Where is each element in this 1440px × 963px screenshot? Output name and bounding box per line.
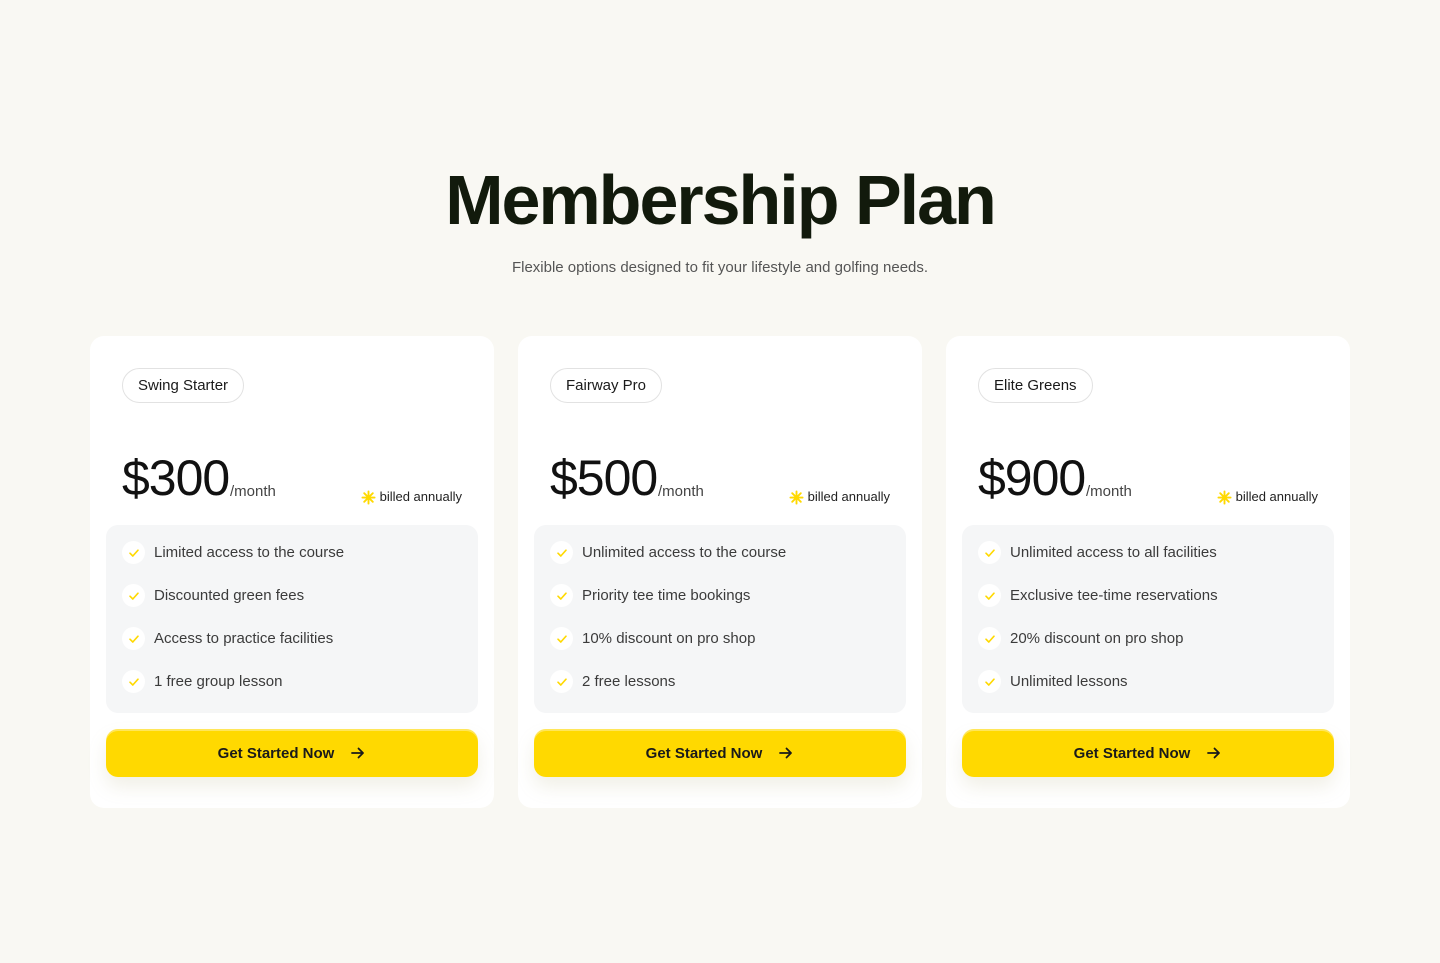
get-started-label: Get Started Now	[645, 744, 763, 762]
feature-label: Limited access to the course	[154, 544, 345, 561]
check-icon	[550, 670, 573, 693]
page-subtitle: Flexible options designed to fit your li…	[511, 259, 929, 276]
feature-item: 20% discount on pro shop	[962, 627, 1334, 670]
sparkle-icon	[361, 489, 376, 505]
check-icon	[122, 670, 145, 693]
price-row: $300 /month billed annually	[122, 448, 462, 508]
sparkle-icon	[1217, 489, 1232, 505]
pricing-cards: Swing Starter $300 /month billed annuall…	[90, 336, 1350, 808]
price-row: $500 /month billed annually	[550, 448, 890, 508]
feature-label: Unlimited access to all facilities	[1010, 544, 1217, 561]
feature-item: 2 free lessons	[534, 670, 906, 713]
check-icon	[122, 584, 145, 607]
feature-item: Discounted green fees	[106, 584, 478, 627]
plan-price: $900	[978, 450, 1086, 506]
feature-item: Exclusive tee-time reservations	[962, 584, 1334, 627]
plan-name-badge: Swing Starter	[122, 368, 245, 403]
billing-label: billed annually	[807, 489, 890, 504]
check-icon	[550, 541, 573, 564]
price-period: /month	[230, 483, 276, 500]
feature-item: Unlimited access to all facilities	[962, 541, 1334, 584]
billing-label: billed annually	[1235, 489, 1318, 504]
plan-price: $500	[550, 450, 658, 506]
billing-note: billed annually	[1217, 488, 1318, 506]
check-icon	[978, 584, 1001, 607]
arrow-right-icon	[1207, 747, 1221, 759]
feature-label: Unlimited lessons	[1010, 673, 1128, 690]
feature-label: Priority tee time bookings	[582, 587, 751, 604]
arrow-right-icon	[779, 747, 793, 759]
check-icon	[978, 627, 1001, 650]
check-icon	[978, 541, 1001, 564]
feature-item: Access to practice facilities	[106, 627, 478, 670]
feature-label: Access to practice facilities	[154, 630, 334, 647]
feature-label: 1 free group lesson	[154, 673, 283, 690]
billing-note: billed annually	[789, 488, 890, 506]
feature-label: Discounted green fees	[154, 587, 305, 604]
plan-card-fairway-pro: Fairway Pro $500 /month billed annually	[518, 336, 922, 808]
feature-item: Limited access to the course	[106, 541, 478, 584]
sparkle-icon	[789, 489, 804, 505]
feature-item: 10% discount on pro shop	[534, 627, 906, 670]
feature-label: 20% discount on pro shop	[1010, 630, 1184, 647]
plan-name-badge: Fairway Pro	[550, 368, 663, 403]
get-started-label: Get Started Now	[1073, 744, 1191, 762]
check-icon	[122, 541, 145, 564]
feature-item: 1 free group lesson	[106, 670, 478, 713]
feature-item: Unlimited lessons	[962, 670, 1334, 713]
plan-price: $300	[122, 450, 230, 506]
price-period: /month	[658, 483, 704, 500]
get-started-button[interactable]: Get Started Now	[962, 729, 1334, 777]
feature-item: Priority tee time bookings	[534, 584, 906, 627]
check-icon	[978, 670, 1001, 693]
plan-card-swing-starter: Swing Starter $300 /month billed annuall…	[90, 336, 494, 808]
feature-item: Unlimited access to the course	[534, 541, 906, 584]
feature-label: Exclusive tee-time reservations	[1010, 587, 1218, 604]
billing-note: billed annually	[361, 488, 462, 506]
check-icon	[550, 627, 573, 650]
feature-list: Unlimited access to all facilities Exclu…	[962, 525, 1334, 713]
get-started-label: Get Started Now	[217, 744, 335, 762]
page-title: Membership Plan	[445, 161, 997, 239]
arrow-right-icon	[351, 747, 365, 759]
check-icon	[550, 584, 573, 607]
feature-label: 2 free lessons	[582, 673, 676, 690]
price-period: /month	[1086, 483, 1132, 500]
feature-list: Unlimited access to the course Priority …	[534, 525, 906, 713]
feature-label: 10% discount on pro shop	[582, 630, 756, 647]
plan-card-elite-greens: Elite Greens $900 /month billed annually	[946, 336, 1350, 808]
price-row: $900 /month billed annually	[978, 448, 1318, 508]
plan-name-badge: Elite Greens	[978, 368, 1093, 403]
get-started-button[interactable]: Get Started Now	[534, 729, 906, 777]
check-icon	[122, 627, 145, 650]
get-started-button[interactable]: Get Started Now	[106, 729, 478, 777]
feature-label: Unlimited access to the course	[582, 544, 787, 561]
billing-label: billed annually	[379, 489, 462, 504]
feature-list: Limited access to the course Discounted …	[106, 525, 478, 713]
